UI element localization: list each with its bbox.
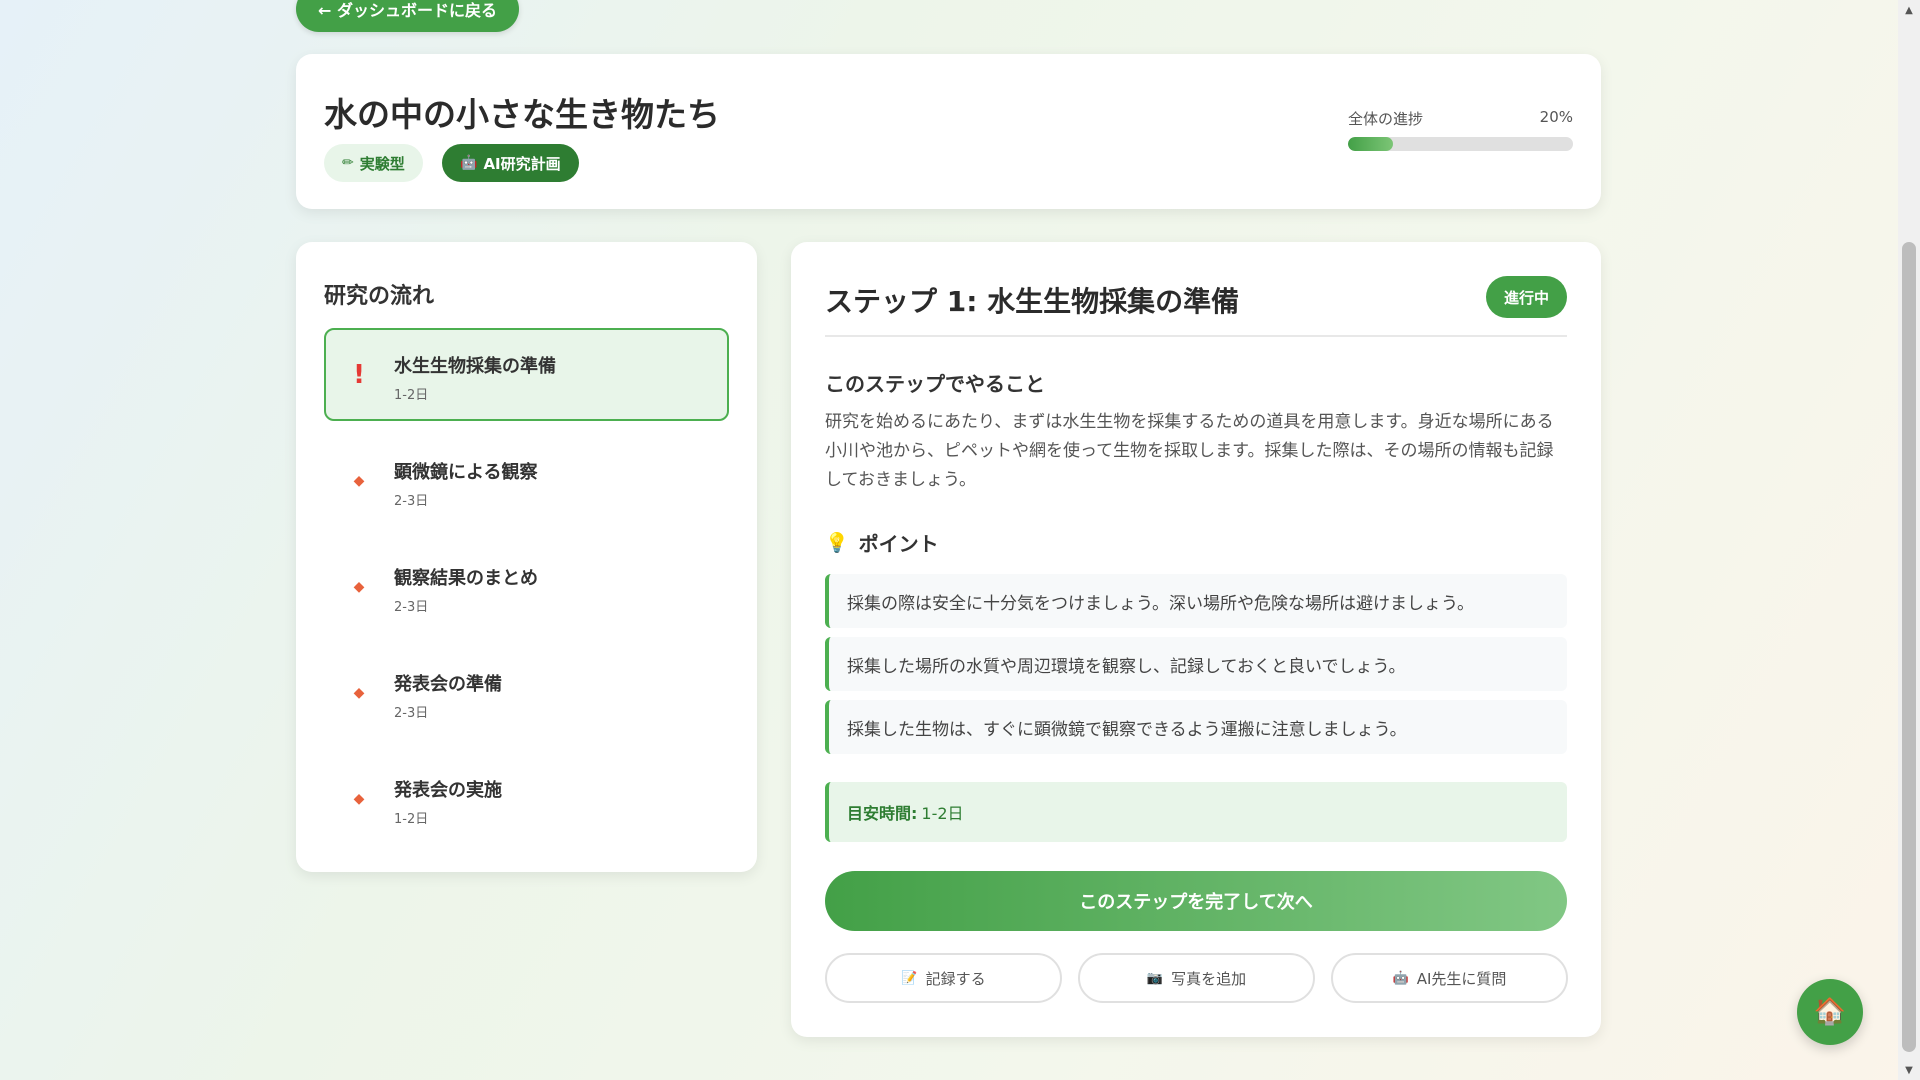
- flow-item-collection-prep[interactable]: ! 水生生物採集の準備 1-2日: [324, 328, 729, 421]
- ask-ai-teacher-button[interactable]: 🤖 AI先生に質問: [1331, 953, 1568, 1003]
- record-button[interactable]: 📝 記録する: [825, 953, 1062, 1003]
- lightbulb-icon: 💡: [825, 532, 849, 554]
- step-detail-panel: ステップ 1: 水生生物採集の準備 進行中 このステップでやること 研究を始める…: [791, 242, 1601, 1037]
- flow-list: ! 水生生物採集の準備 1-2日 ◆ 顕微鏡による観察 2-3日 ◆ 観察結果の…: [324, 328, 729, 858]
- progress-percent: 20%: [1539, 108, 1573, 126]
- back-to-dashboard-button[interactable]: ← ダッシュボードに戻る: [296, 0, 519, 32]
- home-icon: 🏠: [1813, 997, 1847, 1027]
- section-heading: このステップでやること: [825, 372, 1045, 396]
- tip-item: 採集した場所の水質や周辺環境を観察し、記録しておくと良いでしょう。: [825, 637, 1567, 691]
- progress-label: 全体の進捗: [1348, 110, 1424, 128]
- flow-item-name: 発表会の準備: [394, 674, 502, 695]
- flow-item-presentation-prep[interactable]: ◆ 発表会の準備 2-3日: [324, 646, 729, 739]
- points-heading: 💡 ポイント: [825, 528, 939, 557]
- flow-title: 研究の流れ: [324, 284, 435, 309]
- vertical-scrollbar[interactable]: ▲ ▼: [1898, 0, 1920, 1080]
- progress-fill: [1348, 137, 1393, 151]
- home-button[interactable]: 🏠: [1797, 979, 1863, 1045]
- scroll-thumb[interactable]: [1902, 242, 1916, 1052]
- flow-item-name: 発表会の実施: [394, 780, 502, 801]
- tag-ai-plan: 🤖 AI研究計画: [442, 144, 579, 182]
- ask-ai-teacher-button-label: AI先生に質問: [1416, 969, 1507, 988]
- robot-icon: 🤖: [1392, 970, 1409, 986]
- estimated-time: 目安時間: 1-2日: [825, 782, 1567, 842]
- status-badge: 進行中: [1485, 276, 1567, 318]
- diamond-icon: ◆: [353, 578, 365, 595]
- tag-experiment: ✏ 実験型: [324, 144, 423, 182]
- estimated-time-label: 目安時間:: [847, 804, 918, 823]
- estimated-time-value: 1-2日: [921, 804, 964, 823]
- flow-item-days: 2-3日: [394, 706, 429, 721]
- project-header-card: 水の中の小さな生き物たち ✏ 実験型 🤖 AI研究計画 全体の進捗 20%: [296, 54, 1601, 209]
- diamond-icon: ◆: [353, 790, 365, 807]
- flow-item-days: 2-3日: [394, 600, 429, 615]
- memo-icon: 📝: [901, 970, 918, 986]
- alert-icon: !: [353, 359, 365, 390]
- camera-icon: 📷: [1146, 970, 1164, 986]
- step-title: ステップ 1: 水生生物採集の準備: [825, 285, 1240, 318]
- research-flow-panel: 研究の流れ ! 水生生物採集の準備 1-2日 ◆ 顕微鏡による観察 2-3日 ◆…: [296, 242, 757, 872]
- scroll-down-arrow-icon[interactable]: ▼: [1898, 1060, 1920, 1080]
- flow-item-name: 水生生物採集の準備: [394, 356, 556, 377]
- step-description: 研究を始めるにあたり、まずは水生生物を採集するための道具を用意します。身近な場所…: [825, 412, 1554, 490]
- robot-icon: 🤖: [460, 155, 478, 171]
- flow-item-days: 1-2日: [394, 388, 429, 403]
- flow-item-microscope[interactable]: ◆ 顕微鏡による観察 2-3日: [324, 434, 729, 527]
- tag-experiment-label: 実験型: [359, 154, 405, 173]
- flow-item-name: 観察結果のまとめ: [394, 568, 538, 589]
- flow-item-summary[interactable]: ◆ 観察結果のまとめ 2-3日: [324, 540, 729, 633]
- flow-item-presentation[interactable]: ◆ 発表会の実施 1-2日: [324, 752, 729, 845]
- pencil-icon: ✏: [342, 155, 354, 171]
- divider: [825, 335, 1567, 337]
- complete-step-button[interactable]: このステップを完了して次へ: [825, 871, 1567, 931]
- flow-item-name: 顕微鏡による観察: [394, 462, 538, 483]
- points-heading-label: ポイント: [858, 532, 939, 556]
- page: ← ダッシュボードに戻る 水の中の小さな生き物たち ✏ 実験型 🤖 AI研究計画…: [0, 0, 1898, 1080]
- diamond-icon: ◆: [353, 684, 365, 701]
- flow-item-days: 1-2日: [394, 812, 429, 827]
- tip-item: 採集の際は安全に十分気をつけましょう。深い場所や危険な場所は避けましょう。: [825, 574, 1567, 628]
- add-photo-button-label: 写真を追加: [1171, 969, 1247, 988]
- diamond-icon: ◆: [353, 472, 365, 489]
- project-title: 水の中の小さな生き物たち: [324, 95, 720, 134]
- scroll-up-arrow-icon[interactable]: ▲: [1898, 0, 1920, 20]
- tip-item: 採集した生物は、すぐに顕微鏡で観察できるよう運搬に注意しましょう。: [825, 700, 1567, 754]
- add-photo-button[interactable]: 📷 写真を追加: [1078, 953, 1315, 1003]
- flow-item-days: 2-3日: [394, 494, 429, 509]
- progress-bar: [1348, 137, 1573, 151]
- tag-ai-plan-label: AI研究計画: [483, 154, 561, 173]
- record-button-label: 記録する: [925, 969, 986, 988]
